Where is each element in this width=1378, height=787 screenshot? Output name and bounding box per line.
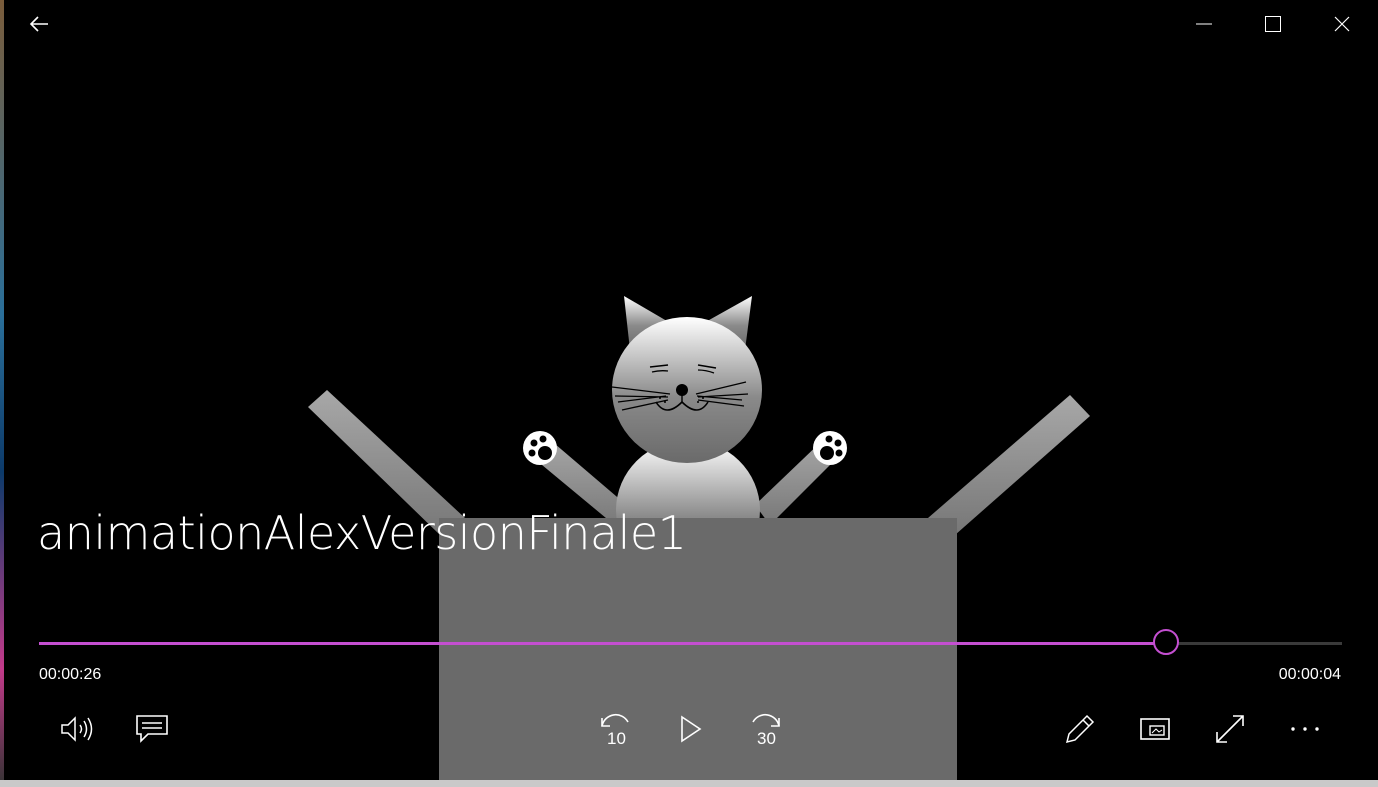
edit-button[interactable] — [1057, 706, 1103, 752]
minimize-button[interactable] — [1184, 8, 1224, 40]
skip-forward-button[interactable]: 30 — [743, 706, 789, 752]
volume-button[interactable] — [54, 706, 100, 752]
close-button[interactable] — [1322, 8, 1362, 40]
seek-bar[interactable] — [39, 629, 1342, 655]
elapsed-time: 00:00:26 — [39, 666, 102, 683]
back-icon — [29, 16, 48, 32]
seek-bar-progress — [39, 642, 1167, 645]
maximize-button[interactable] — [1253, 8, 1293, 40]
play-button[interactable] — [668, 706, 714, 752]
captions-button[interactable] — [129, 706, 175, 752]
captions-icon — [136, 715, 168, 743]
skip-forward-label: 30 — [757, 729, 776, 748]
skip-back-label: 10 — [607, 729, 626, 748]
fullscreen-icon — [1216, 715, 1244, 743]
seek-bar-thumb[interactable] — [1153, 629, 1180, 655]
skip-forward-30-icon: 30 — [752, 713, 780, 748]
edit-pencil-icon — [1065, 714, 1095, 744]
desktop-edge-strip — [0, 0, 4, 787]
mini-view-icon — [1140, 718, 1170, 740]
more-options-icon — [1291, 727, 1319, 731]
remaining-time: 00:00:04 — [1278, 666, 1341, 683]
cat-paw-right — [813, 431, 847, 465]
skip-back-10-icon: 10 — [601, 713, 629, 748]
box-flap-right — [928, 395, 1090, 535]
media-title: animationAlexVersionFinale1 — [37, 506, 687, 560]
close-icon — [1334, 16, 1350, 32]
volume-icon — [61, 716, 93, 742]
maximize-icon — [1265, 16, 1281, 32]
play-icon — [681, 715, 702, 743]
minimize-icon — [1196, 23, 1212, 25]
skip-back-button[interactable]: 10 — [592, 706, 638, 752]
mini-view-button[interactable] — [1132, 706, 1178, 752]
more-options-button[interactable] — [1282, 706, 1328, 752]
cat-paw-left — [523, 431, 557, 465]
back-button[interactable] — [19, 8, 59, 40]
taskbar-edge — [0, 780, 1378, 787]
fullscreen-button[interactable] — [1207, 706, 1253, 752]
